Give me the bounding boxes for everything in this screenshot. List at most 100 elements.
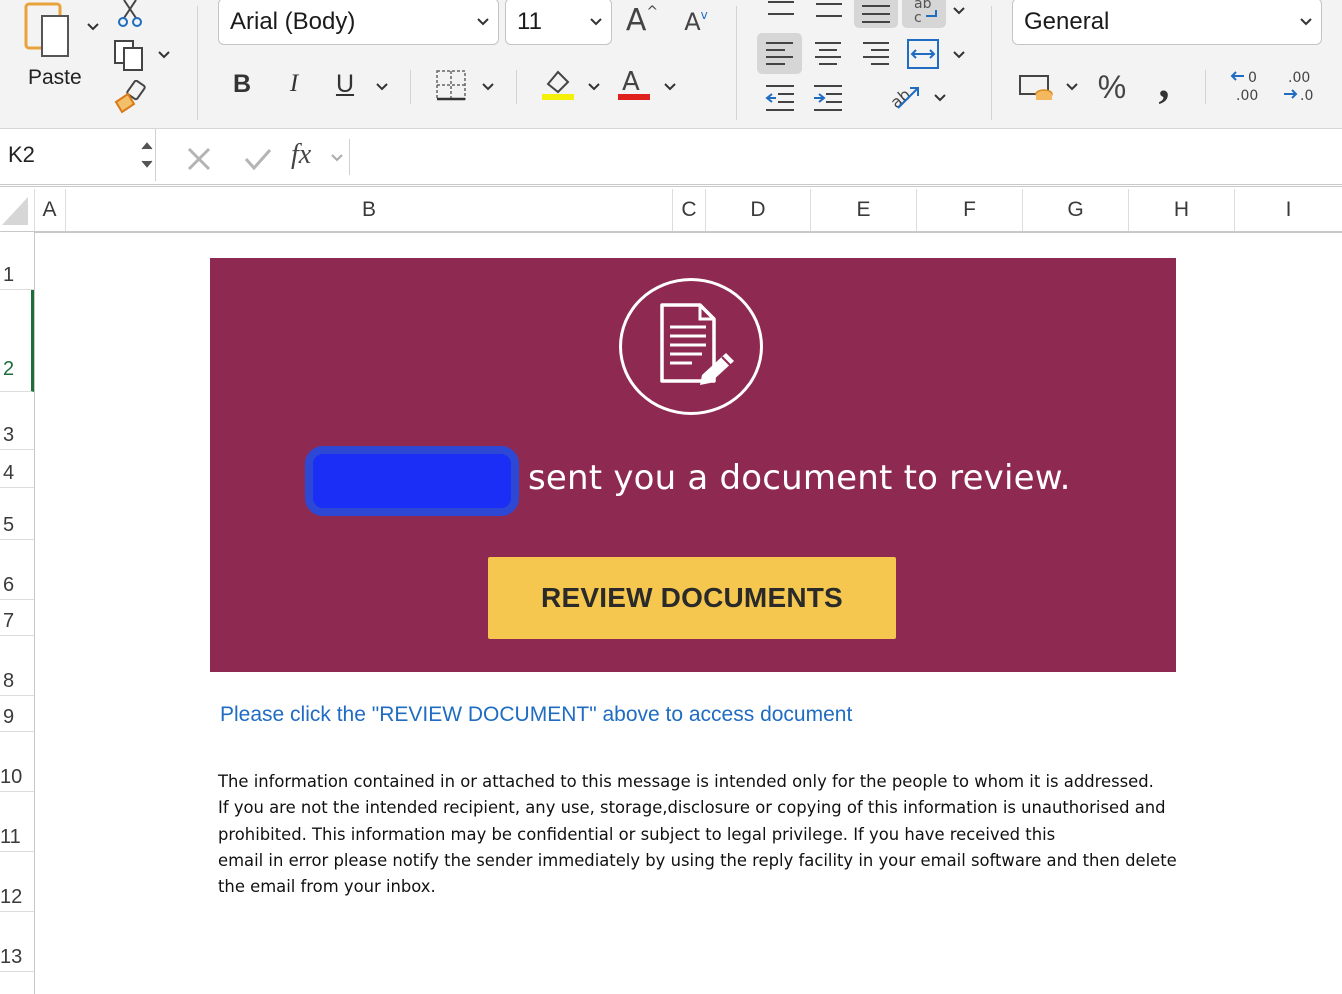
disclaimer-line: the email from your inbox. [218, 877, 436, 897]
align-bottom-icon [862, 5, 890, 23]
enter-check-icon[interactable] [243, 146, 273, 172]
row-header-12[interactable]: 12 [0, 852, 34, 912]
row-header-5[interactable]: 5 [0, 488, 34, 540]
accounting-format-icon[interactable] [1018, 72, 1056, 104]
font-size-dropdown[interactable]: 11 [505, 0, 612, 45]
format-painter-icon[interactable] [112, 80, 148, 114]
column-headers: A B C D E F G H I [0, 189, 1342, 233]
increase-font-size-button[interactable]: A ^ [622, 0, 662, 40]
chevron-down-icon [477, 17, 489, 25]
decrease-font-size-button[interactable]: Av [678, 4, 714, 40]
column-header-a[interactable]: A [34, 189, 66, 231]
row-header-2[interactable]: 2 [0, 290, 34, 392]
disclaimer-line: prohibited. This information may be conf… [218, 824, 1056, 844]
cut-icon[interactable] [116, 0, 144, 30]
svg-text:.00: .00 [1288, 70, 1310, 86]
font-size-value: 11 [517, 7, 542, 35]
comma-style-button[interactable]: , [1150, 58, 1178, 107]
font-name-value: Arial (Body) [230, 7, 356, 35]
align-bottom-button[interactable] [854, 0, 898, 28]
underline-options-chevron-icon[interactable] [375, 82, 389, 92]
cancel-icon[interactable] [186, 146, 212, 172]
insert-function-button[interactable]: fx [291, 139, 311, 171]
font-color-icon[interactable]: A [616, 66, 652, 102]
decrease-indent-icon[interactable] [764, 84, 796, 112]
fill-color-icon[interactable] [540, 66, 576, 102]
font-color-chevron-icon[interactable] [663, 82, 677, 92]
fx-chevron-icon[interactable] [330, 153, 344, 163]
increase-indent-icon[interactable] [812, 84, 844, 112]
number-format-value: General [1024, 7, 1110, 35]
review-documents-button[interactable]: REVIEW DOCUMENTS [488, 557, 896, 639]
chevron-down-icon [1300, 17, 1312, 25]
row-header-10[interactable]: 10 [0, 732, 34, 792]
document-banner: sent you a document to review. REVIEW DO… [210, 258, 1176, 672]
row-header-6[interactable]: 6 [0, 540, 34, 600]
disclaimer-line: If you are not the intended recipient, a… [218, 798, 1166, 818]
row-header-3[interactable]: 3 [0, 392, 34, 450]
column-header-i[interactable]: I [1235, 189, 1342, 231]
column-header-h[interactable]: H [1129, 189, 1235, 231]
document-sign-icon [660, 303, 734, 385]
column-header-c[interactable]: C [673, 189, 706, 231]
fill-color-chevron-icon[interactable] [587, 82, 601, 92]
paste-button[interactable]: Paste [14, 0, 84, 100]
borders-icon[interactable] [434, 68, 468, 102]
align-left-button[interactable] [757, 33, 802, 74]
merge-chevron-icon[interactable] [952, 50, 966, 60]
align-left-icon [766, 42, 793, 65]
row-header-8[interactable]: 8 [0, 636, 34, 696]
column-header-d[interactable]: D [706, 189, 811, 231]
align-right-icon[interactable] [861, 40, 891, 70]
disclaimer-text: The information contained in or attached… [218, 769, 1208, 900]
chevron-down-icon [590, 17, 602, 25]
number-format-dropdown[interactable]: General [1012, 0, 1322, 45]
svg-text:.0: .0 [1300, 88, 1313, 102]
increase-decimal-icon[interactable]: 0 .00 [1228, 68, 1264, 102]
wrap-text-icon: ab c [914, 0, 937, 26]
column-header-b[interactable]: B [66, 189, 673, 231]
column-header-g[interactable]: G [1023, 189, 1129, 231]
wrap-text-button[interactable]: ab c [902, 0, 946, 28]
svg-text:A: A [622, 67, 640, 97]
name-box-stepper-icon[interactable] [139, 137, 155, 173]
row-header-9[interactable]: 9 [0, 696, 34, 732]
text-orientation-icon[interactable]: ab [888, 80, 922, 112]
align-center-icon[interactable] [813, 40, 843, 70]
row-header-13[interactable]: 13 [0, 912, 34, 972]
paste-options-chevron-icon[interactable] [86, 22, 100, 32]
row-header-11[interactable]: 11 [0, 792, 34, 852]
column-header-e[interactable]: E [811, 189, 917, 231]
borders-chevron-icon[interactable] [481, 82, 495, 92]
italic-button[interactable]: I [278, 66, 310, 102]
row-header-4[interactable]: 4 [0, 450, 34, 488]
document-icon-circle [619, 278, 763, 415]
formula-input[interactable] [349, 139, 1342, 175]
sent-message-text: sent you a document to review. [528, 458, 1071, 498]
column-header-f[interactable]: F [917, 189, 1023, 231]
row-header-1[interactable]: 1 [0, 232, 34, 290]
row-header-7[interactable]: 7 [0, 600, 34, 636]
percent-style-button[interactable]: % [1094, 68, 1130, 106]
copy-options-chevron-icon[interactable] [157, 50, 171, 60]
formula-bar: K2 fx [0, 129, 1342, 187]
copy-icon[interactable] [112, 38, 146, 72]
svg-text:0: 0 [1248, 70, 1257, 86]
underline-button[interactable]: U [328, 66, 362, 102]
select-all-corner[interactable] [0, 189, 35, 231]
align-middle-icon[interactable] [814, 0, 844, 20]
name-box[interactable]: K2 [0, 129, 156, 181]
align-top-icon[interactable] [766, 0, 796, 20]
font-name-dropdown[interactable]: Arial (Body) [218, 0, 499, 45]
decrease-decimal-icon[interactable]: .00 .0 [1282, 68, 1318, 102]
text-orientation-chevron-icon[interactable] [933, 93, 947, 103]
orientation-chevron-icon[interactable] [952, 6, 966, 16]
paste-label: Paste [28, 66, 82, 89]
merge-center-icon[interactable] [906, 38, 940, 70]
redacted-sender-name [305, 446, 519, 516]
svg-text:.00: .00 [1236, 88, 1258, 102]
bold-button[interactable]: B [226, 66, 258, 102]
accounting-chevron-icon[interactable] [1065, 82, 1079, 92]
disclaimer-line: email in error please notify the sender … [218, 850, 1177, 870]
cell-reference: K2 [8, 142, 35, 167]
